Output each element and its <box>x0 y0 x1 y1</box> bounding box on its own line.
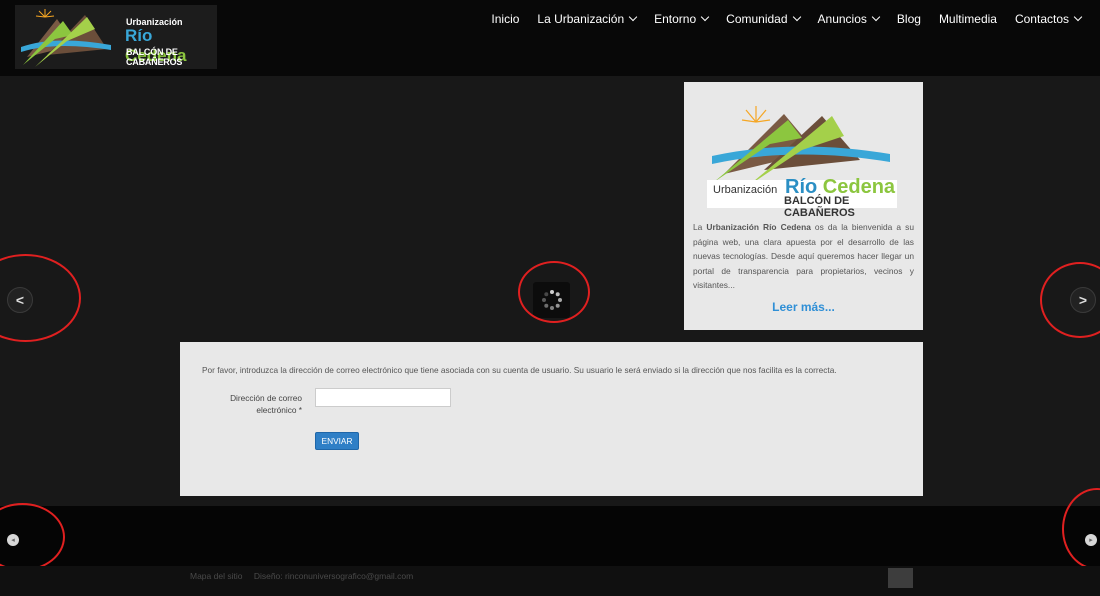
welcome-text: La Urbanización Río Cedena os da la bien… <box>693 220 914 293</box>
thumbnail-band <box>0 506 1100 566</box>
site-header: Urbanización Río Cedena BALCÓN DE CABAÑE… <box>0 0 1100 76</box>
read-more-link[interactable]: Leer más... <box>684 300 923 314</box>
nav-label: Contactos <box>1014 12 1069 26</box>
nav-item-la-urbanizacion[interactable]: La Urbanización <box>528 12 645 26</box>
email-reminder-form: Por favor, introduzca la dirección de co… <box>180 342 923 496</box>
chevron-down-icon <box>700 12 710 22</box>
spinner-icon <box>541 290 562 310</box>
nav-item-blog[interactable]: Blog <box>888 12 930 26</box>
chevron-down-icon <box>871 12 881 22</box>
band-prev-button[interactable]: ◂ <box>7 534 19 546</box>
nav-label: Entorno <box>654 12 697 26</box>
nav-item-entorno[interactable]: Entorno <box>645 12 717 26</box>
site-logo[interactable]: Urbanización Río Cedena BALCÓN DE CABAÑE… <box>15 5 217 69</box>
chevron-down-icon <box>792 12 801 22</box>
mountains-logo-icon <box>21 9 111 67</box>
email-field-label: Dirección de correo electrónico * <box>230 393 302 415</box>
back-to-top-button[interactable] <box>888 568 913 588</box>
logo-rio: Río <box>125 26 153 45</box>
slider-loading <box>533 282 570 318</box>
welcome-text-pre: La <box>693 222 707 232</box>
nav-item-comunidad[interactable]: Comunidad <box>717 12 808 26</box>
nav-label: La Urbanización <box>537 12 625 26</box>
welcome-logo-balcon: BALCÓN DE CABAÑEROS <box>784 195 855 219</box>
slider-prev-button[interactable]: < <box>7 287 33 313</box>
footer-links: Mapa del sitio Diseño: rinconuniversogra… <box>190 571 422 581</box>
submit-button[interactable]: ENVIAR <box>315 432 359 450</box>
nav-item-inicio[interactable]: Inicio <box>482 12 528 26</box>
nav-label: Comunidad <box>726 12 788 26</box>
nav-label: Anuncios <box>817 12 867 26</box>
welcome-box: Urbanización Río Cedena BALCÓN DE CABAÑE… <box>684 82 923 330</box>
design-credit[interactable]: Diseño: rinconuniversografico@gmail.com <box>254 571 413 581</box>
small-right-arrow-icon: ▸ <box>1089 537 1093 544</box>
slider-next-button[interactable]: > <box>1070 287 1096 313</box>
nav-item-multimedia[interactable]: Multimedia <box>930 12 1006 26</box>
welcome-logo-urb: Urbanización <box>713 184 778 196</box>
site-footer: Mapa del sitio Diseño: rinconuniversogra… <box>0 566 1100 596</box>
nav-item-anuncios[interactable]: Anuncios <box>809 12 888 26</box>
chevron-left-icon: < <box>15 292 25 308</box>
logo-line-3: BALCÓN DE CABAÑEROS <box>126 47 183 67</box>
welcome-text-bold: Urbanización Río Cedena <box>706 222 811 232</box>
nav-label: Blog <box>896 12 921 26</box>
sitemap-link[interactable]: Mapa del sitio <box>190 571 242 581</box>
chevron-down-icon <box>628 12 638 22</box>
email-field[interactable] <box>315 388 451 407</box>
chevron-down-icon <box>1073 12 1083 22</box>
small-left-arrow-icon: ◂ <box>11 537 15 544</box>
nav-label: Inicio <box>491 12 520 26</box>
main-nav: Inicio La Urbanización Entorno Comunidad… <box>482 12 1090 26</box>
chevron-right-icon: > <box>1078 292 1088 308</box>
form-intro: Por favor, introduzca la dirección de co… <box>202 365 837 375</box>
band-next-button[interactable]: ▸ <box>1085 534 1097 546</box>
welcome-text-rest: os da la bienvenida a su página web, una… <box>693 222 914 291</box>
nav-label: Multimedia <box>938 12 997 26</box>
nav-item-contactos[interactable]: Contactos <box>1006 12 1090 26</box>
